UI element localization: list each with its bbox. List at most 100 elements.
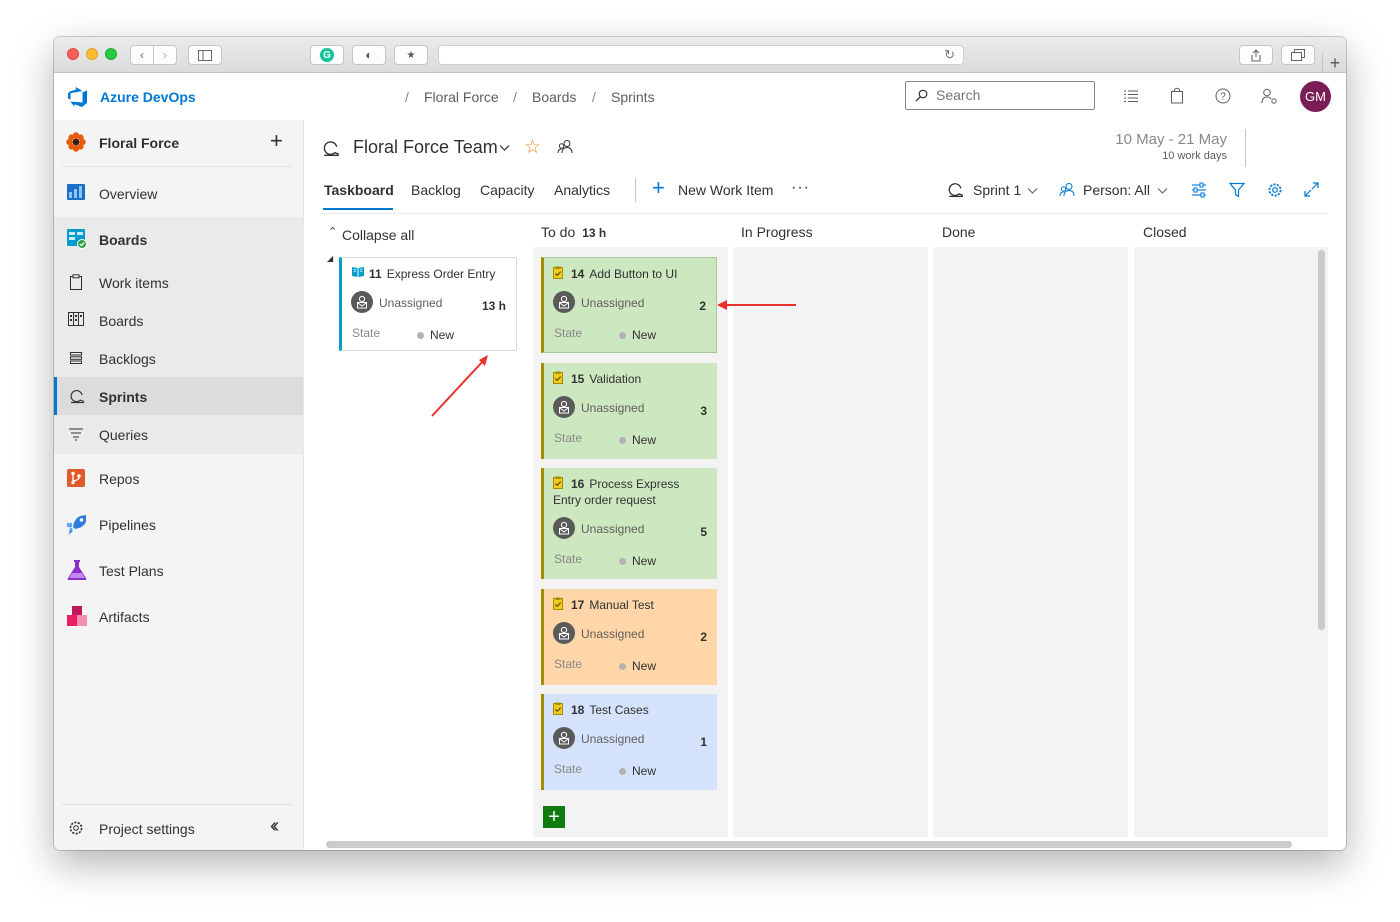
task-card[interactable]: 15 Validation Unassigned 3 State New: [541, 363, 717, 459]
grammarly-extension-button[interactable]: G: [310, 45, 344, 65]
state-dot: [619, 768, 626, 775]
bookmark-extension-button[interactable]: ★: [394, 45, 428, 65]
favorite-star-icon[interactable]: ☆: [524, 136, 541, 159]
sidebar-item-overview[interactable]: Overview: [54, 171, 303, 213]
sidebar-item-work-items[interactable]: Work items: [54, 263, 303, 301]
new-work-item-label: New Work Item: [678, 182, 774, 198]
user-settings-icon[interactable]: [1261, 88, 1278, 104]
sidebar-item-artifacts[interactable]: Artifacts: [54, 595, 303, 637]
assignee-avatar[interactable]: [553, 727, 575, 749]
sidebar-item-sprints[interactable]: Sprints: [54, 377, 303, 415]
project-settings-link[interactable]: Project settings ‹‹: [54, 810, 303, 848]
lane-in-progress[interactable]: [733, 247, 928, 837]
azure-devops-logo-icon[interactable]: [67, 86, 89, 108]
search-box[interactable]: [905, 81, 1095, 110]
person-filter-picker[interactable]: Person: All: [1059, 178, 1174, 202]
tab-backlog[interactable]: Backlog: [411, 182, 461, 198]
privacy-extension-button[interactable]: ◐: [352, 45, 386, 65]
fullscreen-expand-icon[interactable]: [1304, 182, 1319, 197]
search-input[interactable]: [936, 87, 1086, 103]
sidebar-item-boards-hub[interactable]: Boards: [54, 217, 303, 259]
zoom-window-button[interactable]: [105, 48, 117, 60]
card-state-value[interactable]: New: [430, 328, 454, 342]
assignee-avatar[interactable]: [553, 396, 575, 418]
team-name[interactable]: Floral Force Team: [353, 137, 498, 158]
task-card[interactable]: 17 Manual Test Unassigned 2 State New: [541, 589, 717, 685]
filter-funnel-icon[interactable]: [1229, 182, 1245, 198]
tab-overview-button[interactable]: [1281, 45, 1315, 65]
sidebar-item-repos[interactable]: Repos: [54, 457, 303, 499]
sidebar-item-queries[interactable]: Queries: [54, 415, 303, 453]
task-card[interactable]: 14 Add Button to UI Unassigned 2 State Ne…: [541, 257, 717, 353]
app-name-link[interactable]: Azure DevOps: [100, 89, 196, 105]
sidebar-item-boards[interactable]: Boards: [54, 301, 303, 339]
card-remaining-work[interactable]: 3: [700, 404, 707, 418]
collapse-all-label: Collapse all: [342, 227, 415, 243]
tab-capacity[interactable]: Capacity: [480, 182, 534, 198]
sidebar-item-backlogs[interactable]: Backlogs: [54, 339, 303, 377]
card-state-value[interactable]: New: [632, 659, 656, 673]
team-members-icon[interactable]: [557, 139, 573, 155]
lane-done[interactable]: [933, 247, 1128, 837]
more-actions-button[interactable]: ···: [791, 179, 810, 197]
card-remaining-work[interactable]: 2: [699, 299, 706, 313]
plus-icon: +: [1329, 52, 1341, 73]
sidebar-toggle-button[interactable]: [188, 45, 222, 65]
vertical-scrollbar[interactable]: [1318, 250, 1325, 630]
card-remaining-work[interactable]: 1: [700, 735, 707, 749]
chevron-down-icon: [1157, 188, 1168, 194]
address-bar[interactable]: ↻: [438, 45, 964, 65]
card-remaining-work[interactable]: 2: [700, 630, 707, 644]
active-tab-indicator: [323, 208, 393, 210]
breadcrumb-boards[interactable]: Boards: [532, 89, 576, 105]
marketplace-bag-icon[interactable]: [1170, 87, 1184, 104]
back-button[interactable]: ‹: [130, 45, 154, 65]
card-title-text: Validation: [589, 372, 642, 386]
chevron-down-icon[interactable]: [499, 144, 510, 152]
forward-button[interactable]: ›: [153, 45, 177, 65]
card-state-value[interactable]: New: [632, 764, 656, 778]
tab-analytics[interactable]: Analytics: [554, 182, 610, 198]
double-chevron-up-icon: ⌃: [328, 226, 338, 238]
close-window-button[interactable]: [67, 48, 79, 60]
assignee-avatar[interactable]: [351, 291, 373, 313]
task-card[interactable]: 16 Process Express Entry order request Un…: [541, 468, 717, 579]
tab-taskboard[interactable]: Taskboard: [324, 182, 394, 198]
new-tab-button[interactable]: +: [1322, 53, 1346, 73]
horizontal-scrollbar[interactable]: [326, 841, 1292, 848]
assignee-avatar[interactable]: [553, 517, 575, 539]
sprint-picker-label: Sprint 1: [973, 182, 1022, 198]
task-list-icon[interactable]: [1123, 89, 1139, 103]
project-header[interactable]: Floral Force +: [54, 120, 303, 166]
column-name: To do: [541, 224, 576, 240]
task-card[interactable]: 18 Test Cases Unassigned 1 State New: [541, 694, 717, 790]
lane-closed[interactable]: [1134, 247, 1328, 837]
sprint-picker[interactable]: Sprint 1: [947, 178, 1043, 202]
breadcrumb-project[interactable]: Floral Force: [424, 89, 499, 105]
collapse-row-triangle-icon[interactable]: ◢: [327, 254, 333, 263]
help-icon[interactable]: ?: [1215, 88, 1231, 104]
sidebar-item-pipelines[interactable]: Pipelines: [54, 503, 303, 545]
assignee-avatar[interactable]: [553, 291, 575, 313]
card-state-value[interactable]: New: [632, 328, 656, 342]
parent-card[interactable]: 11 Express Order Entry Unassigned 13 h St…: [339, 257, 517, 351]
svg-text:?: ?: [1220, 92, 1226, 103]
add-task-button[interactable]: +: [543, 806, 565, 828]
user-avatar[interactable]: GM: [1300, 81, 1331, 112]
header-divider: [1245, 129, 1246, 167]
sidebar-item-label: Pipelines: [99, 517, 156, 533]
avatar-initials: GM: [1305, 89, 1326, 104]
minimize-window-button[interactable]: [86, 48, 98, 60]
assignee-avatar[interactable]: [553, 622, 575, 644]
card-state-value[interactable]: New: [632, 433, 656, 447]
card-state-value[interactable]: New: [632, 554, 656, 568]
sidebar-item-test-plans[interactable]: Test Plans: [54, 549, 303, 591]
collapse-sidebar-icon[interactable]: ‹‹: [270, 815, 280, 838]
reload-icon[interactable]: ↻: [944, 47, 955, 63]
add-project-item-icon[interactable]: +: [270, 128, 283, 154]
breadcrumb-sprints[interactable]: Sprints: [611, 89, 655, 105]
share-button[interactable]: [1239, 45, 1273, 65]
view-options-sliders-icon[interactable]: [1191, 182, 1207, 198]
card-remaining-work[interactable]: 5: [700, 525, 707, 539]
settings-gear-icon[interactable]: [1267, 182, 1283, 198]
